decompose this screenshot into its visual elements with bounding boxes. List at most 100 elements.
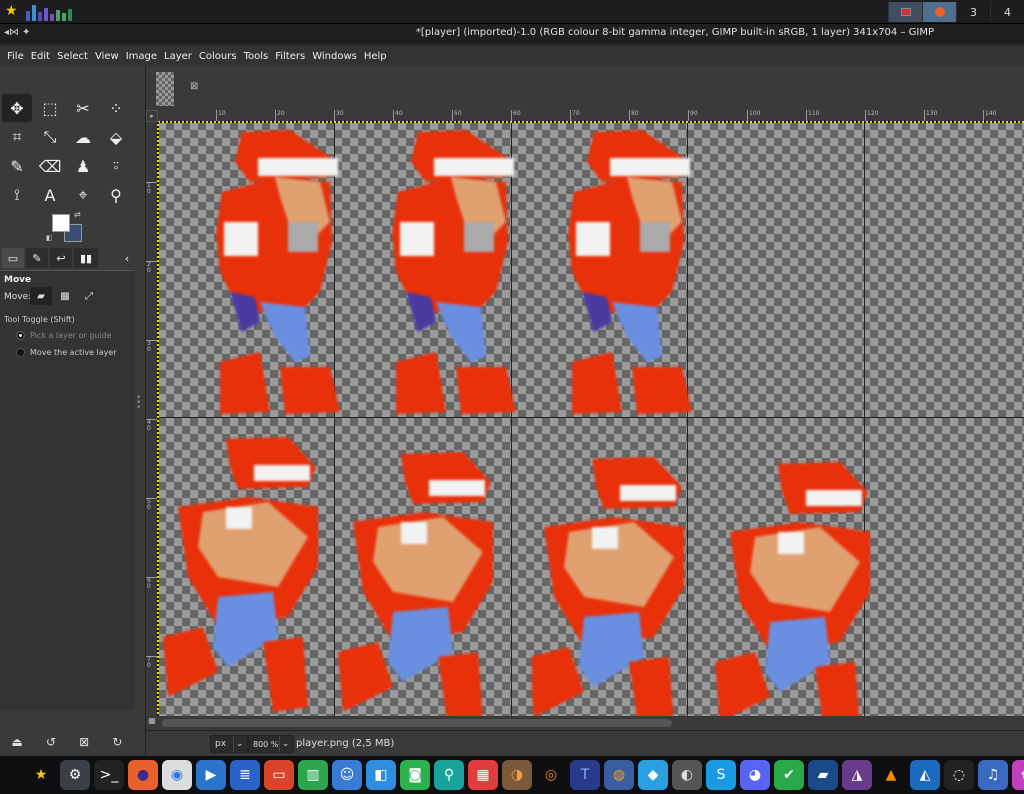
fish-app-launcher[interactable]: ◍ bbox=[604, 760, 634, 790]
move-tool[interactable]: ✥ bbox=[2, 94, 32, 122]
tab-device-status[interactable]: ✎ bbox=[26, 248, 48, 268]
fuzzy-select-tool[interactable]: ⁘ bbox=[101, 94, 131, 122]
save-options-icon[interactable]: ⏏ bbox=[12, 735, 23, 749]
palette-app-launcher[interactable]: ✿ bbox=[1012, 760, 1024, 790]
gimp-launcher[interactable]: ◑ bbox=[502, 760, 532, 790]
tab-undo-history[interactable]: ↩ bbox=[50, 248, 72, 268]
move-selection-button[interactable]: ▩ bbox=[54, 287, 76, 305]
unit-value: px bbox=[215, 739, 227, 749]
menu-filters[interactable]: Filters bbox=[272, 51, 308, 62]
emulator-launcher[interactable]: ◮ bbox=[842, 760, 872, 790]
file-manager-launcher[interactable]: ☺ bbox=[332, 760, 362, 790]
clone-tool[interactable]: ♟ bbox=[68, 152, 98, 180]
selection-icon: ▩ bbox=[60, 290, 70, 302]
unit-select[interactable]: px ⌄ bbox=[210, 735, 248, 753]
statusbar: px ⌄ 800 % ⌄ player.png (2,5 MB) bbox=[146, 730, 1024, 756]
color-picker-tool[interactable]: ⌖ bbox=[68, 181, 98, 209]
dock-resize-handle[interactable]: • • • bbox=[136, 394, 141, 413]
desktop-4-button[interactable]: 4 bbox=[990, 2, 1024, 22]
obs-icon: ◌ bbox=[952, 767, 966, 783]
zoom-tool[interactable]: ⚲ bbox=[101, 181, 131, 209]
clone-tool-icon: ♟ bbox=[75, 156, 91, 176]
desktop-3-button[interactable]: 3 bbox=[956, 2, 990, 22]
menu-colours[interactable]: Colours bbox=[196, 51, 240, 62]
game-launcher-launcher[interactable]: ▰ bbox=[808, 760, 838, 790]
spreadsheet-launcher[interactable]: ▥ bbox=[298, 760, 328, 790]
favorites-star-launcher[interactable]: ★ bbox=[26, 760, 56, 790]
cpu-monitor[interactable] bbox=[26, 3, 78, 21]
pin-icon[interactable]: ✦ bbox=[22, 27, 30, 38]
bucket-fill-tool[interactable]: ⬙ bbox=[101, 123, 131, 151]
tiled-launcher[interactable]: T bbox=[570, 760, 600, 790]
swap-colors-icon[interactable]: ⇄ bbox=[74, 210, 81, 219]
eraser-tool[interactable]: ⌫ bbox=[35, 152, 65, 180]
vlc-launcher[interactable]: ▲ bbox=[876, 760, 906, 790]
rect-select-tool[interactable]: ⬚ bbox=[35, 94, 65, 122]
scissors-tool[interactable]: ✂ bbox=[68, 94, 98, 122]
scrollbar-thumb[interactable] bbox=[162, 719, 672, 727]
default-colors-icon[interactable]: ◧ bbox=[46, 234, 53, 242]
document-writer-launcher[interactable]: ≣ bbox=[230, 760, 260, 790]
shield-app-launcher[interactable]: ✔ bbox=[774, 760, 804, 790]
fg-bg-color-selector[interactable]: ◧ ⇄ bbox=[46, 210, 86, 242]
image-canvas[interactable] bbox=[158, 122, 1024, 716]
cpu-bar bbox=[32, 5, 36, 21]
close-icon[interactable]: ⊠ bbox=[190, 82, 200, 92]
skype-launcher[interactable]: S bbox=[706, 760, 736, 790]
text-tool[interactable]: A bbox=[35, 181, 65, 209]
blender-launcher[interactable]: ◎ bbox=[536, 760, 566, 790]
discord-launcher[interactable]: ◕ bbox=[740, 760, 770, 790]
restore-options-icon[interactable]: ↺ bbox=[46, 735, 56, 749]
audio-app-launcher[interactable]: ♫ bbox=[978, 760, 1008, 790]
menu-image[interactable]: Image bbox=[123, 51, 160, 62]
menu-layer[interactable]: Layer bbox=[161, 51, 195, 62]
obs-launcher[interactable]: ◌ bbox=[944, 760, 974, 790]
zoom-select[interactable]: 800 % ⌄ bbox=[248, 735, 294, 753]
menu-file[interactable]: File bbox=[4, 51, 27, 62]
chrome-launcher[interactable]: ◉ bbox=[162, 760, 192, 790]
image-thumbnail[interactable] bbox=[156, 72, 174, 106]
cube-app-launcher[interactable]: ◆ bbox=[638, 760, 668, 790]
media-player-launcher[interactable]: ▶ bbox=[196, 760, 226, 790]
tab-images[interactable]: ▮▮ bbox=[74, 248, 98, 268]
quick-mask-toggle[interactable]: ▸ bbox=[146, 110, 158, 122]
presentation-launcher[interactable]: ▭ bbox=[264, 760, 294, 790]
smudge-tool[interactable]: ⍤ bbox=[101, 152, 131, 180]
warp-tool[interactable]: ☁ bbox=[68, 123, 98, 151]
delete-options-icon[interactable]: ⊠ bbox=[79, 735, 89, 749]
foreground-color-swatch[interactable] bbox=[52, 214, 70, 232]
move-layer-button[interactable]: ▰ bbox=[30, 287, 52, 305]
menu-edit[interactable]: Edit bbox=[28, 51, 53, 62]
scissors-tool-icon: ✂ bbox=[76, 98, 90, 118]
transform-tool[interactable]: ⤡ bbox=[35, 123, 65, 151]
menu-view[interactable]: View bbox=[92, 51, 122, 62]
tab-tool-options[interactable]: ▭ bbox=[2, 248, 24, 268]
crop-tool[interactable]: ⌗ bbox=[2, 123, 32, 151]
navigate-button[interactable]: ▦ bbox=[146, 716, 158, 730]
terminal-launcher[interactable]: >_ bbox=[94, 760, 124, 790]
reset-options-icon[interactable]: ↻ bbox=[112, 735, 122, 749]
window-menu-icon[interactable]: ◂⋈ bbox=[4, 27, 19, 38]
pick-layer-option[interactable]: Pick a layer or guide bbox=[16, 331, 126, 340]
app-grid-launcher[interactable]: ▦ bbox=[468, 760, 498, 790]
globe-app-launcher[interactable]: ◐ bbox=[672, 760, 702, 790]
screenshot-launcher[interactable]: ◧ bbox=[366, 760, 396, 790]
menu-help[interactable]: Help bbox=[361, 51, 390, 62]
menu-select[interactable]: Select bbox=[54, 51, 91, 62]
tab-menu-button[interactable]: ‹ bbox=[120, 248, 134, 268]
menu-tools[interactable]: Tools bbox=[241, 51, 272, 62]
search-app-launcher[interactable]: ⚲ bbox=[434, 760, 464, 790]
desktop-1-button[interactable] bbox=[888, 2, 922, 22]
paintbrush-tool[interactable]: ✎ bbox=[2, 152, 32, 180]
move-path-button[interactable]: ⤢ bbox=[78, 287, 100, 305]
menu-windows[interactable]: Windows bbox=[309, 51, 360, 62]
system-settings-launcher[interactable]: ⚙ bbox=[60, 760, 90, 790]
favorites-star-icon[interactable]: ★ bbox=[5, 3, 18, 19]
shark-app-launcher[interactable]: ◭ bbox=[910, 760, 940, 790]
move-active-layer-option[interactable]: Move the active layer bbox=[16, 348, 126, 357]
horizontal-scrollbar[interactable] bbox=[158, 716, 1024, 730]
camera-launcher[interactable]: ◙ bbox=[400, 760, 430, 790]
desktop-2-button[interactable] bbox=[922, 2, 956, 22]
paths-tool[interactable]: ⟟ bbox=[2, 181, 32, 209]
firefox-launcher[interactable]: ● bbox=[128, 760, 158, 790]
